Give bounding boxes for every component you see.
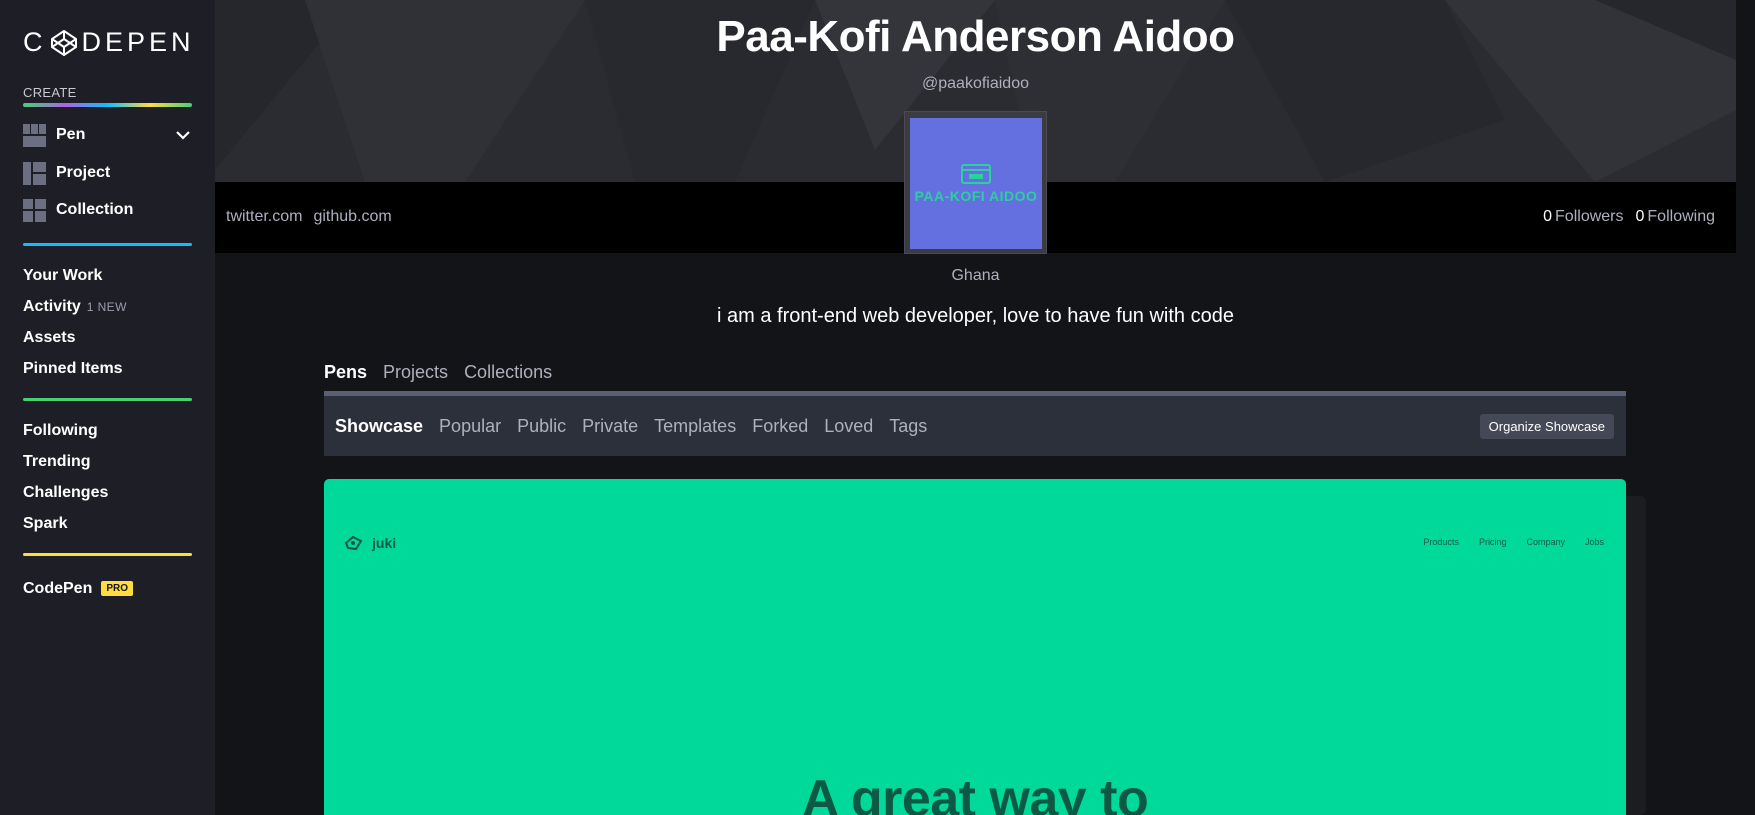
avatar-text: PAA-KOFI AIDOO [914, 187, 1038, 204]
logo-letter-c: C [23, 27, 47, 57]
nav-following-label: Following [23, 422, 98, 439]
profile-location: Ghana [951, 267, 1000, 284]
subtab-templates[interactable]: Templates [654, 416, 736, 437]
subtab-public[interactable]: Public [517, 416, 566, 437]
subtab-loved[interactable]: Loved [824, 416, 873, 437]
followers-label: Followers [1555, 208, 1624, 225]
subtab-popular[interactable]: Popular [439, 416, 501, 437]
main-content: Paa-Kofi Anderson Aidoo @paakofiaidoo tw… [215, 0, 1755, 815]
green-divider [23, 398, 192, 401]
preview-nav: Products Pricing Company Jobs [1423, 537, 1604, 547]
nav-spark-label: Spark [23, 515, 68, 532]
subtab-showcase[interactable]: Showcase [335, 416, 423, 437]
following-count: 0 [1635, 208, 1645, 225]
nav-spark[interactable]: Spark [23, 515, 67, 533]
organize-showcase-button[interactable]: Organize Showcase [1479, 414, 1614, 439]
create-project-button[interactable]: Project [23, 159, 192, 187]
sidebar: C DEPEN CREATE Pen Project Collection Yo… [0, 0, 215, 815]
nav-following[interactable]: Following [23, 422, 98, 440]
twitter-link[interactable]: twitter.com [226, 208, 302, 226]
collection-grid-icon [23, 198, 46, 222]
codepen-cube-icon [50, 29, 77, 56]
avatar[interactable]: PAA-KOFI AIDOO [910, 118, 1042, 249]
codepen-logo[interactable]: C DEPEN [23, 27, 195, 58]
pro-badge: PRO [101, 581, 134, 596]
pen-grid-icon [23, 123, 46, 147]
avatar-frame: PAA-KOFI AIDOO [904, 111, 1047, 254]
create-pen-button[interactable]: Pen [23, 121, 192, 149]
profile-bio: i am a front-end web developer, love to … [717, 305, 1234, 327]
project-layout-icon [23, 161, 46, 185]
subtab-tags[interactable]: Tags [889, 416, 927, 437]
tab-collections[interactable]: Collections [464, 362, 552, 383]
tab-pens[interactable]: Pens [324, 362, 367, 383]
create-pen-label: Pen [56, 126, 86, 143]
tab-projects[interactable]: Projects [383, 362, 448, 383]
nav-your-work[interactable]: Your Work [23, 267, 102, 285]
nav-codepen-pro-label: CodePen [23, 580, 93, 597]
brand-logo-icon [344, 535, 363, 551]
profile-links: twitter.com github.com [226, 208, 392, 226]
create-rainbow-divider [23, 103, 192, 107]
preview-nav-item: Pricing [1478, 537, 1507, 547]
chevron-down-icon[interactable] [174, 126, 192, 144]
github-link[interactable]: github.com [313, 208, 391, 226]
nav-assets[interactable]: Assets [23, 329, 75, 347]
create-label: CREATE [23, 85, 77, 100]
preview-headline: A great way to [801, 770, 1149, 815]
pens-subnav-tabs: Showcase Popular Public Private Template… [335, 416, 927, 437]
nav-your-work-label: Your Work [23, 267, 103, 284]
nav-activity[interactable]: Activity 1 NEW [23, 298, 127, 316]
content-type-tabs: Pens Projects Collections [324, 362, 552, 383]
nav-codepen-pro[interactable]: CodePen PRO [23, 580, 134, 598]
create-project-label: Project [56, 164, 111, 181]
create-collection-label: Collection [56, 201, 134, 218]
followers-count: 0 [1543, 208, 1553, 225]
app: C DEPEN CREATE Pen Project Collection Yo… [0, 0, 1755, 815]
nav-trending-label: Trending [23, 453, 91, 470]
preview-nav-item: Jobs [1584, 537, 1604, 547]
nav-activity-label: Activity [23, 298, 81, 315]
subtab-forked[interactable]: Forked [752, 416, 808, 437]
profile-handle: @paakofiaidoo [922, 75, 1029, 92]
activity-new-badge: 1 NEW [86, 300, 127, 314]
nav-pinned-items[interactable]: Pinned Items [23, 360, 123, 378]
create-collection-button[interactable]: Collection [23, 196, 192, 224]
followers-link[interactable]: 0 Followers [1543, 208, 1623, 226]
window-icon [961, 163, 991, 184]
preview-nav-item: Company [1526, 537, 1565, 547]
nav-trending[interactable]: Trending [23, 453, 91, 471]
nav-challenges-label: Challenges [23, 484, 109, 501]
preview-brand-name: juki [372, 534, 397, 551]
pens-subnav: Showcase Popular Public Private Template… [324, 391, 1626, 456]
showcase-preview[interactable]: juki Products Pricing Company Jobs A gre… [324, 479, 1626, 815]
following-label: Following [1647, 208, 1715, 225]
preview-nav-item: Products [1423, 537, 1459, 547]
logo-letters-depen: DEPEN [81, 27, 195, 57]
nav-challenges[interactable]: Challenges [23, 484, 108, 502]
preview-brand: juki [344, 534, 396, 551]
nav-pinned-items-label: Pinned Items [23, 360, 123, 377]
following-link[interactable]: 0 Following [1636, 208, 1716, 226]
subtab-private[interactable]: Private [582, 416, 638, 437]
follow-stats: 0 Followers 0 Following [1543, 208, 1715, 226]
yellow-divider [23, 553, 192, 556]
profile-name: Paa-Kofi Anderson Aidoo [716, 12, 1235, 61]
blue-divider [23, 243, 192, 246]
nav-assets-label: Assets [23, 329, 76, 346]
